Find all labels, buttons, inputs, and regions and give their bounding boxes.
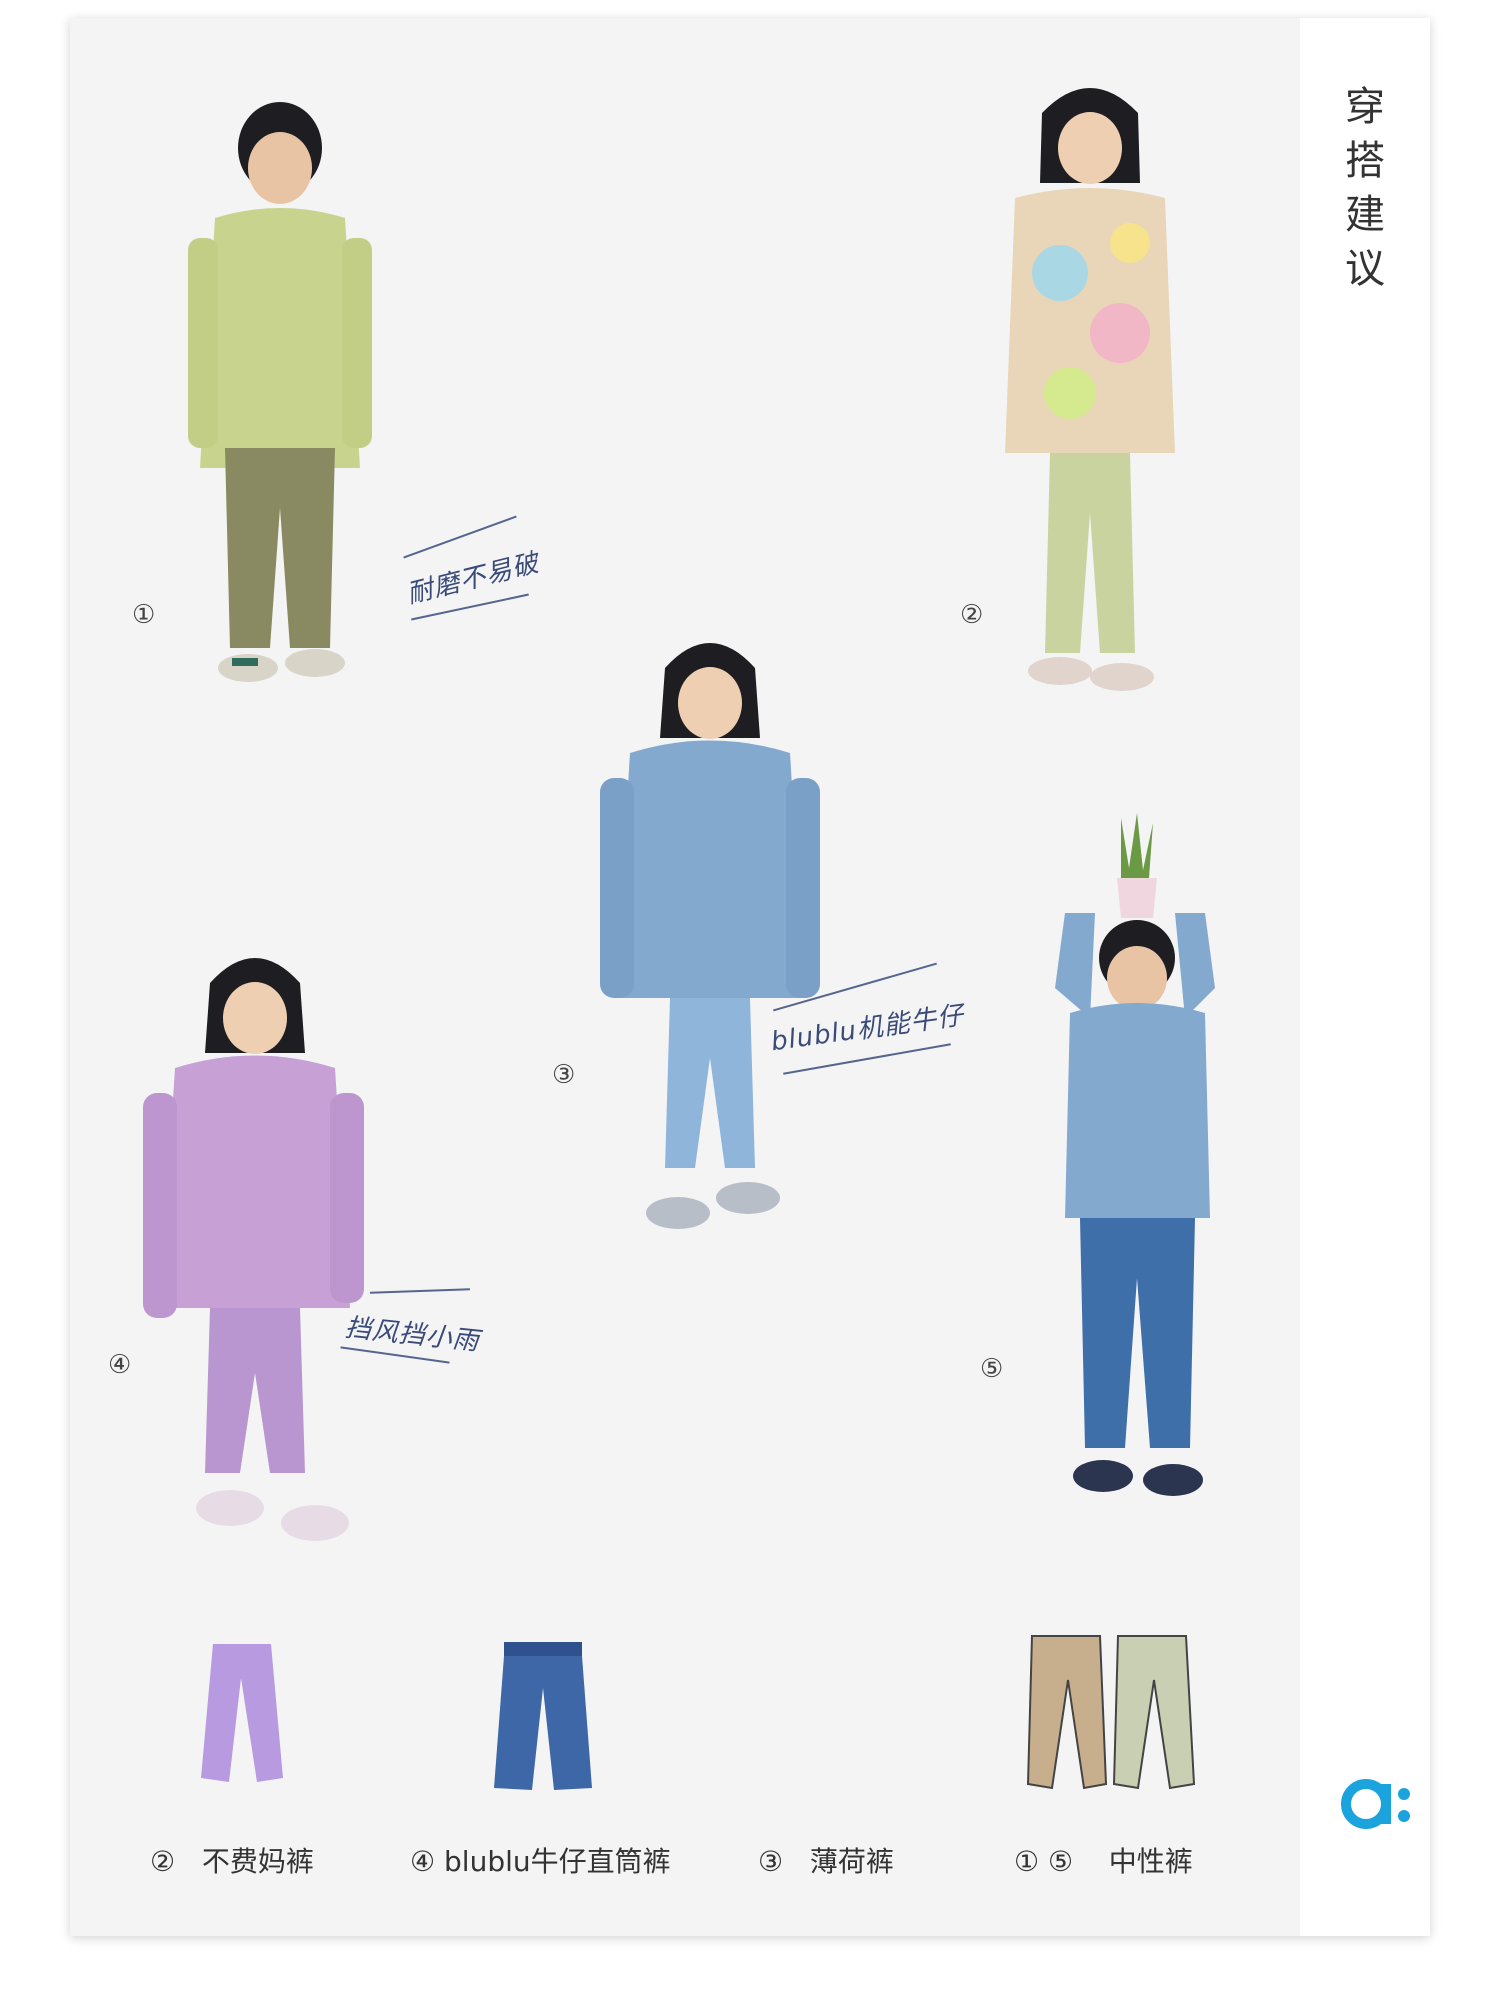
product-label-1: ② 不费妈裤 bbox=[150, 1840, 314, 1880]
purple-pants-image bbox=[201, 1644, 283, 1782]
product-name: 不费妈裤 bbox=[201, 1845, 314, 1878]
outfit-4-photo bbox=[143, 958, 364, 1541]
sidebar-title: 穿 搭 建 议 bbox=[1300, 80, 1430, 296]
outfit-5-photo bbox=[1055, 813, 1215, 1496]
product-label-2: ④ blublu牛仔直筒裤 bbox=[410, 1840, 671, 1880]
product-number: ② bbox=[150, 1845, 176, 1878]
outfit-number: ⑤ bbox=[980, 1354, 1004, 1384]
outfit-number: ③ bbox=[552, 1060, 576, 1090]
outfit-3-photo bbox=[600, 643, 820, 1229]
product-name: 薄荷裤 bbox=[809, 1845, 894, 1878]
product-name: 中性裤 bbox=[1108, 1845, 1193, 1878]
outfit-number: ① bbox=[132, 600, 156, 630]
title-char: 搭 bbox=[1345, 138, 1385, 184]
lookbook-panel: 穿 搭 建 议 ① 耐磨不易破 ② ③ blublu机能牛仔 ④ 挡风挡小雨 ⑤… bbox=[70, 18, 1430, 1936]
product-label-3: ③ 薄荷裤 bbox=[758, 1840, 894, 1880]
neutral-pants-image bbox=[1026, 1635, 1196, 1790]
outfit-number: ② bbox=[960, 600, 984, 630]
outfit-number: ④ bbox=[108, 1350, 132, 1380]
outfit-1-photo bbox=[188, 102, 372, 682]
product-number: ③ bbox=[758, 1845, 784, 1878]
title-char: 议 bbox=[1345, 246, 1385, 292]
sidebar: 穿 搭 建 议 bbox=[1300, 18, 1430, 1936]
product-label-4: ① ⑤ 中性裤 bbox=[1014, 1840, 1193, 1880]
product-name: blublu牛仔直筒裤 bbox=[444, 1845, 671, 1878]
brand-logo bbox=[1341, 1779, 1410, 1829]
denim-pants-image bbox=[494, 1642, 592, 1790]
title-char: 建 bbox=[1345, 192, 1385, 238]
product-number: ④ bbox=[410, 1845, 436, 1878]
title-char: 穿 bbox=[1345, 84, 1385, 130]
product-number: ① ⑤ bbox=[1014, 1845, 1074, 1878]
outfit-tag: 耐磨不易破 bbox=[403, 548, 543, 610]
outfit-2-photo bbox=[1005, 88, 1175, 691]
